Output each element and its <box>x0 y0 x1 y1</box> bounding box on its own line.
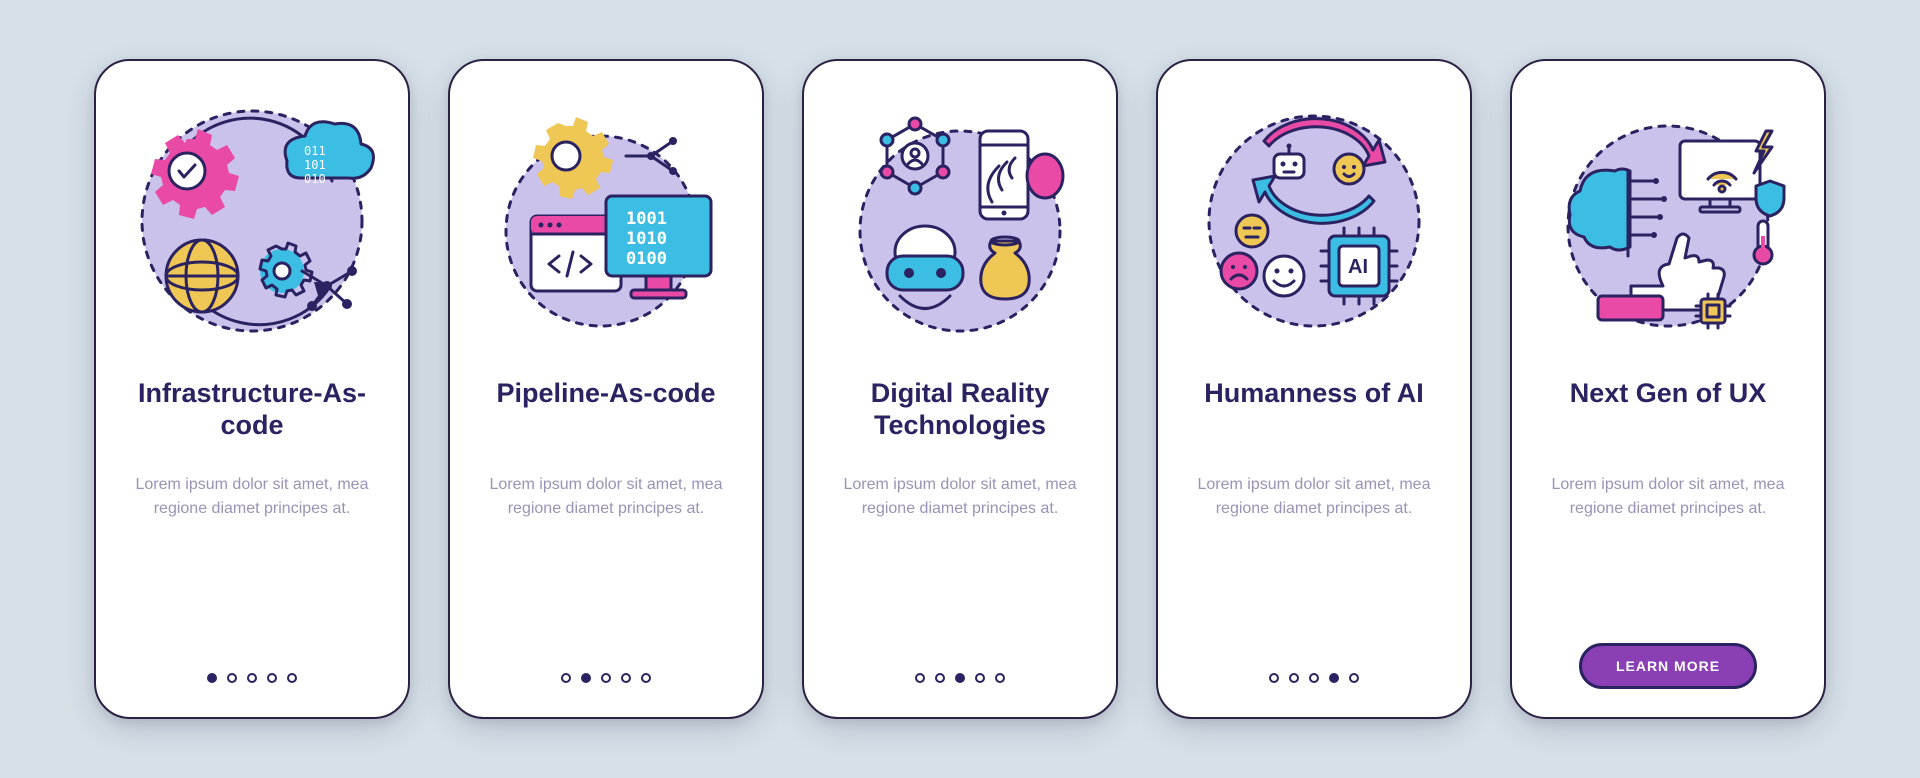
svg-text:1010: 1010 <box>626 229 667 249</box>
dot-3[interactable] <box>247 673 257 683</box>
dot-5[interactable] <box>287 673 297 683</box>
digital-reality-icon <box>840 101 1080 341</box>
pagination-dots <box>1269 673 1359 683</box>
dot-5[interactable] <box>995 673 1005 683</box>
svg-text:010: 010 <box>304 172 326 186</box>
dot-4[interactable] <box>975 673 985 683</box>
svg-text:0100: 0100 <box>626 249 667 269</box>
dot-4[interactable] <box>621 673 631 683</box>
card-description: Lorem ipsum dolor sit amet, mea regione … <box>486 473 726 521</box>
dot-3[interactable] <box>955 673 965 683</box>
svg-text:1001: 1001 <box>626 209 667 229</box>
svg-text:011: 011 <box>304 144 326 158</box>
card-description: Lorem ipsum dolor sit amet, mea regione … <box>1548 473 1788 521</box>
dot-1[interactable] <box>207 673 217 683</box>
card-description: Lorem ipsum dolor sit amet, mea regione … <box>132 473 372 521</box>
infrastructure-as-code-icon: 011 101 010 <box>132 101 372 341</box>
onboarding-card-4: AI Humanness of AI Lorem ipsum dolor sit… <box>1156 59 1472 719</box>
dot-1[interactable] <box>1269 673 1279 683</box>
pagination-dots <box>207 673 297 683</box>
card-description: Lorem ipsum dolor sit amet, mea regione … <box>1194 473 1434 521</box>
next-gen-ux-icon <box>1548 101 1788 341</box>
dot-5[interactable] <box>641 673 651 683</box>
onboarding-card-5: Next Gen of UX Lorem ipsum dolor sit ame… <box>1510 59 1826 719</box>
svg-text:101: 101 <box>304 158 326 172</box>
humanness-ai-icon: AI <box>1194 101 1434 341</box>
card-title: Digital Reality Technologies <box>832 377 1088 445</box>
dot-2[interactable] <box>227 673 237 683</box>
card-description: Lorem ipsum dolor sit amet, mea regione … <box>840 473 1080 521</box>
dot-4[interactable] <box>267 673 277 683</box>
dot-2[interactable] <box>581 673 591 683</box>
dot-4[interactable] <box>1329 673 1339 683</box>
svg-text:AI: AI <box>1348 256 1368 278</box>
onboarding-card-1: 011 101 010 <box>94 59 410 719</box>
pipeline-as-code-icon: 1001 1010 0100 <box>486 101 726 341</box>
onboarding-card-3: Digital Reality Technologies Lorem ipsum… <box>802 59 1118 719</box>
dot-3[interactable] <box>1309 673 1319 683</box>
learn-more-button[interactable]: LEARN MORE <box>1579 643 1757 689</box>
dot-2[interactable] <box>1289 673 1299 683</box>
pagination-dots <box>915 673 1005 683</box>
dot-5[interactable] <box>1349 673 1359 683</box>
card-title: Infrastructure-As-code <box>124 377 380 445</box>
card-title: Pipeline-As-code <box>496 377 715 445</box>
dot-3[interactable] <box>601 673 611 683</box>
dot-1[interactable] <box>561 673 571 683</box>
dot-2[interactable] <box>935 673 945 683</box>
onboarding-card-2: 1001 1010 0100 Pipeline-As-code Lorem ip… <box>448 59 764 719</box>
card-title: Humanness of AI <box>1204 377 1424 445</box>
dot-1[interactable] <box>915 673 925 683</box>
card-title: Next Gen of UX <box>1570 377 1767 445</box>
pagination-dots <box>561 673 651 683</box>
